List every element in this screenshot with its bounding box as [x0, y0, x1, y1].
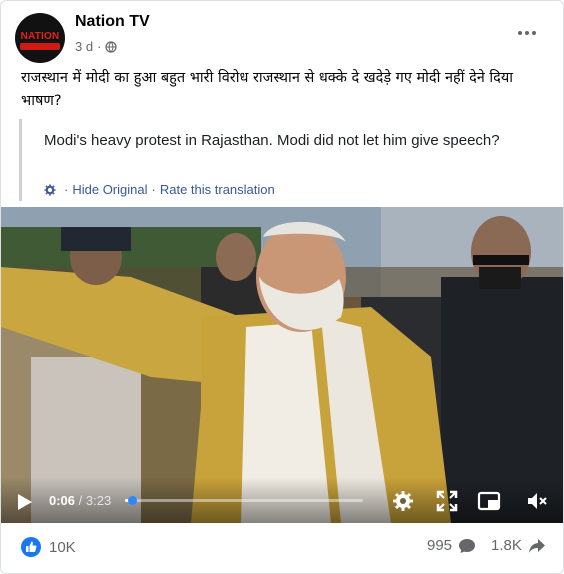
post-time[interactable]: 3 d: [75, 39, 93, 54]
mute-icon[interactable]: [525, 489, 549, 513]
post-text: राजस्थान में मोदी का हुआ बहुत भारी विरोध…: [21, 70, 514, 109]
gear-icon[interactable]: [44, 184, 56, 196]
comments-summary[interactable]: 995: [427, 537, 476, 554]
action-separator: ·: [151, 182, 156, 197]
meta-separator: ·: [97, 39, 102, 54]
avatar[interactable]: NATION: [15, 13, 65, 63]
video-player[interactable]: 0:06 / 3:23: [1, 207, 563, 523]
settings-icon[interactable]: [391, 489, 415, 513]
comments-count: 995: [427, 537, 453, 554]
likes-count: 10K: [49, 538, 76, 556]
duration: / 3:23: [75, 493, 112, 508]
play-icon[interactable]: [17, 493, 33, 511]
share-icon: [528, 538, 545, 553]
page-name[interactable]: Nation TV: [75, 13, 150, 31]
globe-icon: [105, 40, 118, 53]
shares-summary[interactable]: 1.8K: [491, 537, 546, 554]
avatar-logo-banner: [20, 43, 60, 50]
post-card: NATION Nation TV 3 d · राजस्थान में मोदी…: [0, 0, 564, 574]
more-options-button[interactable]: [513, 23, 541, 43]
current-time: 0:06: [49, 493, 76, 508]
post-meta: 3 d ·: [75, 39, 118, 54]
translated-text: Modi's heavy protest in Rajasthan. Modi …: [44, 132, 500, 149]
comment-icon: [459, 538, 476, 553]
action-separator: ·: [64, 182, 69, 197]
progress-bar[interactable]: [125, 496, 363, 505]
more-icon: [518, 31, 522, 35]
rate-translation-link[interactable]: Rate this translation: [160, 182, 275, 197]
more-icon-dot: [532, 31, 536, 35]
avatar-logo-text: NATION: [20, 31, 60, 42]
video-time: 0:06 / 3:23: [49, 493, 111, 508]
fullscreen-icon[interactable]: [435, 489, 459, 513]
likes-summary[interactable]: 10K: [21, 537, 76, 557]
video-frame: [1, 207, 563, 523]
more-icon-dot: [525, 31, 529, 35]
translation-actions: · Hide Original · Rate this translation: [44, 182, 275, 197]
miniplayer-icon[interactable]: [477, 489, 501, 513]
reactions-bar: 10K 995 1.8K: [1, 527, 563, 571]
translation-block: Modi's heavy protest in Rajasthan. Modi …: [19, 119, 549, 201]
video-controls: 0:06 / 3:23: [1, 477, 563, 523]
shares-count: 1.8K: [491, 537, 522, 554]
like-icon: [21, 537, 41, 557]
progress-knob[interactable]: [127, 496, 137, 505]
hide-original-link[interactable]: Hide Original: [72, 182, 147, 197]
